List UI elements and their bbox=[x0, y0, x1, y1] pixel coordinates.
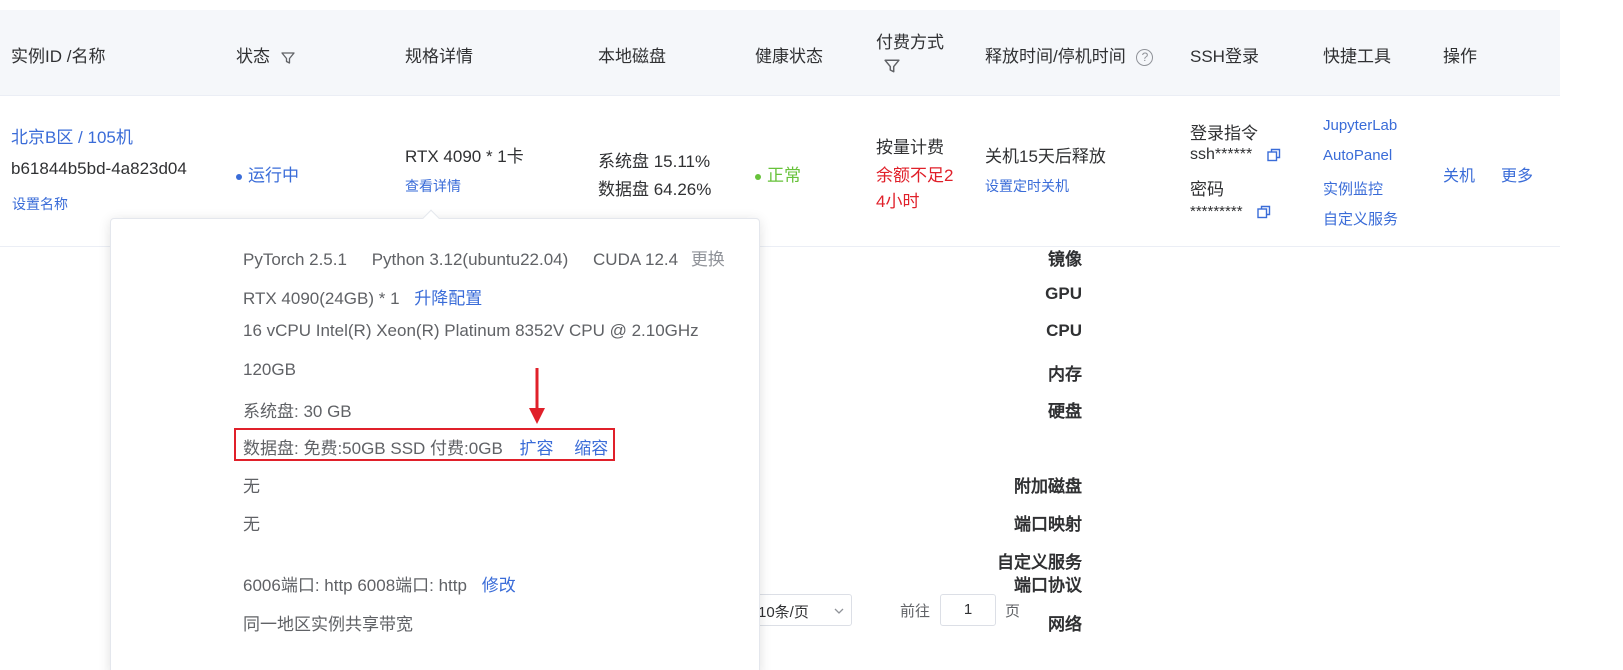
tool-custom-service-link[interactable]: 自定义服务 bbox=[1323, 208, 1398, 229]
gpu-value: RTX 4090(24GB) * 1 升降配置 bbox=[243, 284, 486, 309]
instance-id: b61844b5bd-4a823d04 bbox=[11, 159, 187, 178]
health-badge: 正常 bbox=[755, 161, 801, 186]
cpu-value: 16 vCPU Intel(R) Xeon(R) Platinum 8352V … bbox=[243, 321, 699, 340]
port-map-value: 无 bbox=[243, 515, 260, 534]
goto-label: 前往 bbox=[900, 603, 931, 620]
image-change-link[interactable]: 更换 bbox=[691, 250, 725, 269]
custom-service-ports: 6006端口: http 6008端口: http bbox=[243, 576, 467, 595]
password: ********* bbox=[1190, 203, 1271, 220]
billing-warning-line2: 4小时 bbox=[876, 192, 920, 211]
filter-icon[interactable] bbox=[281, 51, 295, 65]
col-spec: 规格详情 bbox=[405, 47, 473, 66]
disk-label: 硬盘 bbox=[1048, 402, 1082, 421]
disk-data-value: 数据盘: 免费:50GB SSD 付费:0GB 扩容 缩容 bbox=[243, 434, 612, 459]
tool-monitor-link[interactable]: 实例监控 bbox=[1323, 178, 1383, 199]
ssh-cmd-label: 登录指令 bbox=[1190, 124, 1258, 143]
mem-value: 120GB bbox=[243, 360, 296, 379]
ssh-cmd-value: ssh****** bbox=[1190, 146, 1253, 163]
spec-value: RTX 4090 * 1卡 bbox=[405, 147, 524, 166]
tool-autopanel-link[interactable]: AutoPanel bbox=[1323, 147, 1392, 164]
view-detail-link[interactable]: 查看详情 bbox=[405, 176, 461, 196]
col-release: 释放时间/停机时间 ? bbox=[985, 42, 1154, 67]
mem-label: 内存 bbox=[1048, 365, 1082, 384]
release-info: 关机15天后释放 bbox=[985, 147, 1106, 166]
disk-expand-link[interactable]: 扩容 bbox=[520, 439, 554, 458]
shutdown-button[interactable]: 关机 bbox=[1443, 162, 1475, 186]
col-action: 操作 bbox=[1443, 47, 1477, 66]
billing-type: 按量计费 bbox=[876, 138, 944, 157]
copy-icon[interactable] bbox=[1257, 205, 1271, 219]
copy-icon[interactable] bbox=[1267, 148, 1281, 162]
instance-name-link[interactable]: 北京B区 / 105机 bbox=[11, 123, 133, 148]
set-name-link[interactable]: 设置名称 bbox=[12, 194, 68, 214]
status-dot bbox=[236, 173, 242, 180]
status-badge: 运行中 bbox=[236, 161, 299, 186]
port-map-label: 端口映射 bbox=[1014, 515, 1082, 534]
page-size-select[interactable]: 10条/页 bbox=[752, 594, 852, 626]
page-suffix: 页 bbox=[1005, 603, 1021, 620]
image-cuda: CUDA 12.4 bbox=[593, 250, 679, 269]
custom-service-edit-link[interactable]: 修改 bbox=[482, 576, 516, 595]
port-protocol-label: 端口协议 bbox=[1014, 576, 1082, 595]
custom-service-value: 6006端口: http 6008端口: http 修改 bbox=[243, 571, 520, 596]
gpu-upgrade-link[interactable]: 升降配置 bbox=[414, 289, 482, 308]
data-disk-usage: 数据盘 64.26% bbox=[598, 180, 712, 199]
extra-disk-label: 附加磁盘 bbox=[1014, 477, 1082, 496]
col-status-label: 状态 bbox=[236, 47, 270, 66]
filter-icon[interactable] bbox=[884, 58, 900, 74]
image-label: 镜像 bbox=[1048, 250, 1082, 269]
gpu-spec: RTX 4090(24GB) * 1 bbox=[243, 289, 400, 308]
custom-service-label: 自定义服务 bbox=[997, 553, 1082, 572]
set-shutdown-link[interactable]: 设置定时关机 bbox=[985, 176, 1069, 196]
col-disk: 本地磁盘 bbox=[598, 47, 666, 66]
status-label: 运行中 bbox=[248, 166, 299, 185]
password-label: 密码 bbox=[1190, 180, 1224, 199]
col-release-label: 释放时间/停机时间 bbox=[985, 47, 1126, 66]
image-python: Python 3.12(ubuntu22.04) bbox=[371, 250, 569, 269]
disk-shrink-link[interactable]: 缩容 bbox=[574, 439, 608, 458]
tool-jupyterlab-link[interactable]: JupyterLab bbox=[1323, 117, 1397, 134]
disk-sys-value: 系统盘: 30 GB bbox=[243, 402, 352, 421]
col-tools: 快捷工具 bbox=[1323, 47, 1391, 66]
sys-disk-usage: 系统盘 15.11% bbox=[598, 152, 711, 171]
col-instance: 实例ID /名称 bbox=[11, 47, 106, 66]
network-value: 同一地区实例共享带宽 bbox=[243, 615, 413, 634]
col-status[interactable]: 状态 bbox=[236, 42, 295, 67]
page-size-value: 10条/页 bbox=[758, 604, 809, 621]
help-icon[interactable]: ? bbox=[1136, 49, 1154, 67]
network-label: 网络 bbox=[1048, 615, 1082, 634]
arrow-down-icon bbox=[529, 368, 545, 424]
ssh-cmd: ssh****** bbox=[1190, 146, 1281, 164]
health-label: 正常 bbox=[767, 166, 801, 185]
col-health: 健康状态 bbox=[755, 47, 823, 66]
page-number-input[interactable]: 1 bbox=[940, 594, 996, 626]
col-ssh: SSH登录 bbox=[1190, 47, 1259, 66]
gpu-label: GPU bbox=[1045, 284, 1082, 303]
billing-warning-line1: 余额不足2 bbox=[876, 166, 954, 185]
disk-data-text: 数据盘: 免费:50GB SSD 付费:0GB bbox=[243, 439, 503, 458]
table-header: 实例ID /名称 状态 规格详情 本地磁盘 健康状态 付费方式 释放时间/停机时… bbox=[0, 10, 1560, 96]
extra-disk-value: 无 bbox=[243, 477, 260, 496]
col-billing: 付费方式 bbox=[876, 33, 944, 52]
password-value: ********* bbox=[1190, 203, 1243, 220]
chevron-down-icon bbox=[834, 608, 844, 614]
image-pytorch: PyTorch 2.5.1 bbox=[243, 250, 347, 269]
cpu-label: CPU bbox=[1046, 321, 1082, 340]
health-dot bbox=[755, 173, 761, 180]
more-button[interactable]: 更多 bbox=[1501, 162, 1533, 186]
image-value: PyTorch 2.5.1 Python 3.12(ubuntu22.04) C… bbox=[243, 245, 729, 270]
